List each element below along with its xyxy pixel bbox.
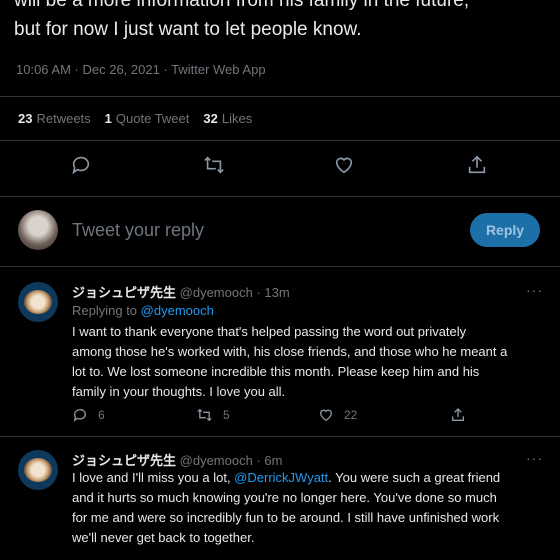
reply-line: we'll never get back to together. bbox=[72, 530, 255, 545]
tweet-text-line: will be a more information from his fami… bbox=[14, 0, 470, 11]
mention-link[interactable]: @DerrickJWyatt bbox=[234, 470, 328, 485]
reply-button[interactable]: Reply bbox=[470, 213, 540, 247]
retweets-count: 23 bbox=[18, 111, 33, 126]
reply-input[interactable]: Tweet your reply bbox=[72, 220, 204, 241]
replying-to: Replying to @dyemooch bbox=[72, 303, 214, 318]
reply-line: I want to thank everyone that's helped p… bbox=[72, 324, 467, 339]
more-icon[interactable]: ··· bbox=[526, 450, 543, 466]
retweet-count: 5 bbox=[223, 408, 230, 422]
share-action[interactable] bbox=[450, 407, 466, 423]
like-icon bbox=[319, 409, 333, 422]
tweet-timestamp[interactable]: 10:06 AM · Dec 26, 2021 · Twitter Web Ap… bbox=[16, 62, 266, 77]
retweet-icon[interactable] bbox=[202, 154, 226, 178]
avatar[interactable] bbox=[18, 210, 58, 250]
reply-line: for me and were so incredibly fun to be … bbox=[72, 510, 500, 525]
divider bbox=[0, 196, 560, 197]
reply-text: . You were such a great friend bbox=[328, 470, 501, 485]
reply-header: ジョシュピザ先生 @dyemooch · 13m bbox=[72, 282, 290, 301]
replying-prefix: Replying to bbox=[72, 303, 141, 318]
handle-time[interactable]: @dyemooch · 13m bbox=[180, 285, 290, 300]
reply-actions: 6 5 22 bbox=[72, 407, 542, 427]
reply-line: among those he's worked with, his close … bbox=[72, 344, 508, 359]
tweet-actions bbox=[0, 154, 560, 180]
reply-icon bbox=[73, 409, 86, 422]
retweet-action[interactable]: 5 bbox=[196, 407, 230, 423]
tweet-stats: 23 Retweets 1 Quote Tweet 32 Likes bbox=[18, 111, 252, 126]
reply-line: and it hurts so much knowing you're no l… bbox=[72, 490, 497, 505]
reply-icon[interactable] bbox=[70, 154, 94, 178]
quotes-stat[interactable]: 1 Quote Tweet bbox=[105, 111, 190, 126]
reply-body: I love and I'll miss you a lot, @Derrick… bbox=[72, 468, 552, 548]
divider bbox=[0, 96, 560, 97]
likes-stat[interactable]: 32 Likes bbox=[203, 111, 252, 126]
reply-composer: Tweet your reply Reply bbox=[0, 200, 560, 264]
reply-action[interactable]: 6 bbox=[72, 407, 105, 423]
retweet-icon bbox=[197, 408, 212, 422]
reply-header: ジョシュピザ先生 @dyemooch · 6m bbox=[72, 450, 282, 469]
divider bbox=[0, 140, 560, 141]
avatar[interactable] bbox=[18, 282, 58, 322]
likes-label: Likes bbox=[221, 111, 253, 126]
reply-body: I want to thank everyone that's helped p… bbox=[72, 322, 552, 402]
retweets-label: Retweets bbox=[36, 111, 91, 126]
handle-time[interactable]: @dyemooch · 6m bbox=[180, 453, 283, 468]
reply-line: lot to. We lost someone incredible this … bbox=[72, 364, 480, 379]
like-count: 22 bbox=[344, 408, 358, 422]
retweets-stat[interactable]: 23 Retweets bbox=[18, 111, 91, 126]
quotes-count: 1 bbox=[104, 111, 112, 126]
reply-line: I love and I'll miss you a lot, @Derrick… bbox=[72, 468, 552, 488]
tweet-text-line: but for now I just want to let people kn… bbox=[14, 19, 362, 40]
avatar[interactable] bbox=[18, 450, 58, 490]
reply-line: family in your thoughts. I love you all. bbox=[72, 384, 286, 399]
display-name[interactable]: ジョシュピザ先生 bbox=[72, 285, 176, 300]
quotes-label: Quote Tweet bbox=[115, 111, 190, 126]
share-icon bbox=[452, 408, 464, 421]
likes-count: 32 bbox=[203, 111, 218, 126]
tweet-text: will be a more information from his fami… bbox=[14, 0, 554, 44]
reply-count: 6 bbox=[98, 408, 105, 422]
like-icon[interactable] bbox=[333, 154, 357, 178]
replying-link[interactable]: @dyemooch bbox=[141, 303, 214, 318]
reply-tweet[interactable]: ジョシュピザ先生 @dyemooch · 6m ··· I love and I… bbox=[0, 436, 560, 560]
share-icon[interactable] bbox=[466, 154, 490, 178]
more-icon[interactable]: ··· bbox=[526, 282, 543, 298]
reply-tweet[interactable]: ジョシュピザ先生 @dyemooch · 13m ··· Replying to… bbox=[0, 266, 560, 436]
display-name[interactable]: ジョシュピザ先生 bbox=[72, 453, 176, 468]
like-action[interactable]: 22 bbox=[318, 407, 357, 423]
reply-text: I love and I'll miss you a lot, bbox=[72, 470, 235, 485]
